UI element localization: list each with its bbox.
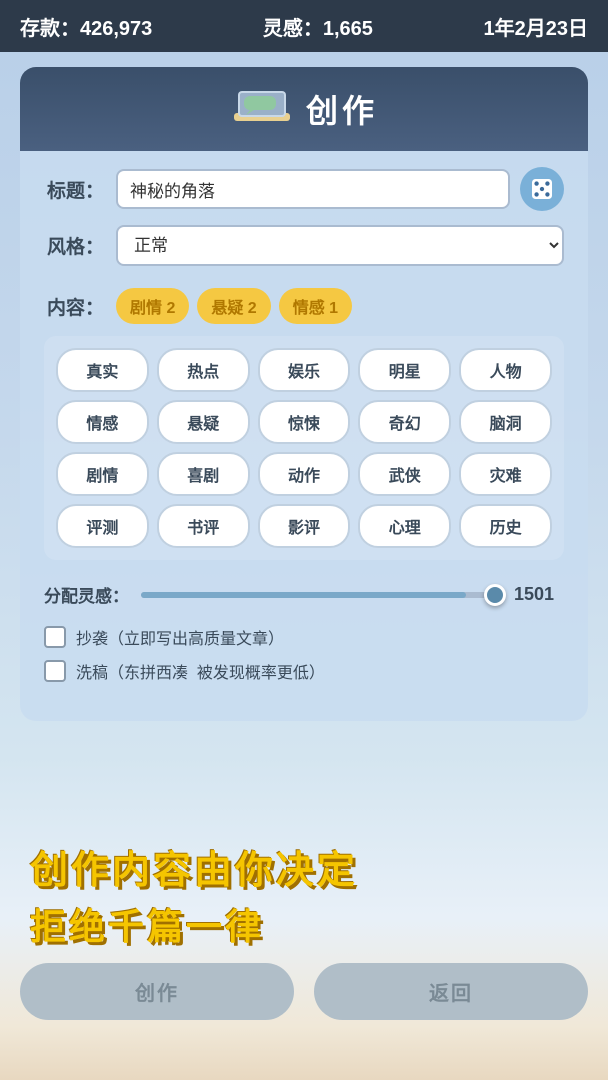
content-row: 内容： 剧情 2 悬疑 2 情感 1 (44, 288, 564, 324)
inspiration-display: 灵感：1,665 (263, 12, 373, 41)
content-tag-emotion[interactable]: 情感 1 (279, 288, 352, 324)
content-section: 内容： 剧情 2 悬疑 2 情感 1 (20, 288, 588, 324)
content-label: 内容： (44, 293, 104, 320)
tag-btn-10[interactable]: 剧情 (56, 452, 149, 496)
tag-btn-7[interactable]: 惊悚 (258, 400, 351, 444)
big-text-line1: 创作内容由你决定 (30, 839, 608, 894)
tag-btn-13[interactable]: 武侠 (358, 452, 451, 496)
tag-btn-2[interactable]: 娱乐 (258, 348, 351, 392)
big-text-line2: 拒绝千篇一律 (30, 898, 608, 950)
checkbox-section: 抄袭（立即写出高质量文章） 洗稿（东拼西凑 被发现概率更低） (20, 621, 588, 701)
tag-btn-1[interactable]: 热点 (157, 348, 250, 392)
content-tags: 剧情 2 悬疑 2 情感 1 (116, 288, 564, 324)
dice-icon (529, 176, 555, 202)
tag-btn-18[interactable]: 心理 (358, 504, 451, 548)
tag-btn-6[interactable]: 悬疑 (157, 400, 250, 444)
savings-display: 存款：426,973 (20, 12, 152, 41)
tag-btn-4[interactable]: 人物 (459, 348, 552, 392)
bottom-overlay: 创作内容由你决定 拒绝千篇一律 创作 返回 (0, 860, 608, 1080)
motivational-text: 创作内容由你决定 拒绝千篇一律 (0, 839, 608, 950)
style-label: 风格： (44, 232, 104, 259)
main-panel: 创作 标题： 风格： 正常 轻松 (20, 67, 588, 721)
content-tag-drama[interactable]: 剧情 2 (116, 288, 189, 324)
panel-header: 创作 (20, 67, 588, 151)
panel-title: 创作 (306, 86, 378, 132)
tag-btn-17[interactable]: 影评 (258, 504, 351, 548)
tag-btn-14[interactable]: 灾难 (459, 452, 552, 496)
tag-btn-3[interactable]: 明星 (358, 348, 451, 392)
laptop-icon (230, 85, 294, 133)
checkbox-spinwrite-label: 洗稿（东拼西凑 被发现概率更低） (76, 659, 325, 683)
slider-value: 1501 (514, 584, 564, 605)
checkbox-spinwrite[interactable] (44, 660, 66, 682)
tag-btn-5[interactable]: 情感 (56, 400, 149, 444)
dice-button[interactable] (520, 167, 564, 211)
back-button[interactable]: 返回 (314, 963, 588, 1020)
tag-btn-9[interactable]: 脑洞 (459, 400, 552, 444)
style-select[interactable]: 正常 轻松 严肃 幽默 (116, 225, 564, 266)
slider-section: 分配灵感： 1501 (20, 574, 588, 621)
title-input[interactable] (116, 169, 510, 209)
tag-btn-16[interactable]: 书评 (157, 504, 250, 548)
tag-btn-15[interactable]: 评测 (56, 504, 149, 548)
tag-btn-8[interactable]: 奇幻 (358, 400, 451, 444)
tag-btn-0[interactable]: 真实 (56, 348, 149, 392)
content-tag-mystery[interactable]: 悬疑 2 (197, 288, 270, 324)
action-buttons: 创作 返回 (20, 963, 588, 1020)
checkbox-plagiarism[interactable] (44, 626, 66, 648)
slider-row: 分配灵感： 1501 (44, 582, 564, 607)
slider-thumb[interactable] (484, 584, 506, 606)
tag-btn-11[interactable]: 喜剧 (157, 452, 250, 496)
title-label: 标题： (44, 176, 104, 203)
top-bar: 存款：426,973 灵感：1,665 1年2月23日 (0, 0, 608, 52)
checkbox-plagiarism-label: 抄袭（立即写出高质量文章） (76, 625, 284, 649)
checkbox-plagiarism-row: 抄袭（立即写出高质量文章） (44, 625, 564, 649)
date-display: 1年2月23日 (483, 12, 588, 41)
tag-btn-19[interactable]: 历史 (459, 504, 552, 548)
style-row: 风格： 正常 轻松 严肃 幽默 (44, 225, 564, 266)
slider-track[interactable] (141, 592, 502, 598)
slider-label: 分配灵感： (44, 582, 129, 607)
tags-grid-container: 真实热点娱乐明星人物情感悬疑惊悚奇幻脑洞剧情喜剧动作武侠灾难评测书评影评心理历史 (44, 336, 564, 560)
form-area: 标题： 风格： 正常 轻松 严肃 幽默 (20, 151, 588, 288)
tags-grid: 真实热点娱乐明星人物情感悬疑惊悚奇幻脑洞剧情喜剧动作武侠灾难评测书评影评心理历史 (56, 348, 552, 548)
slider-fill (141, 592, 466, 598)
checkbox-spinwrite-row: 洗稿（东拼西凑 被发现概率更低） (44, 659, 564, 683)
title-row: 标题： (44, 167, 564, 211)
tag-btn-12[interactable]: 动作 (258, 452, 351, 496)
create-button[interactable]: 创作 (20, 963, 294, 1020)
